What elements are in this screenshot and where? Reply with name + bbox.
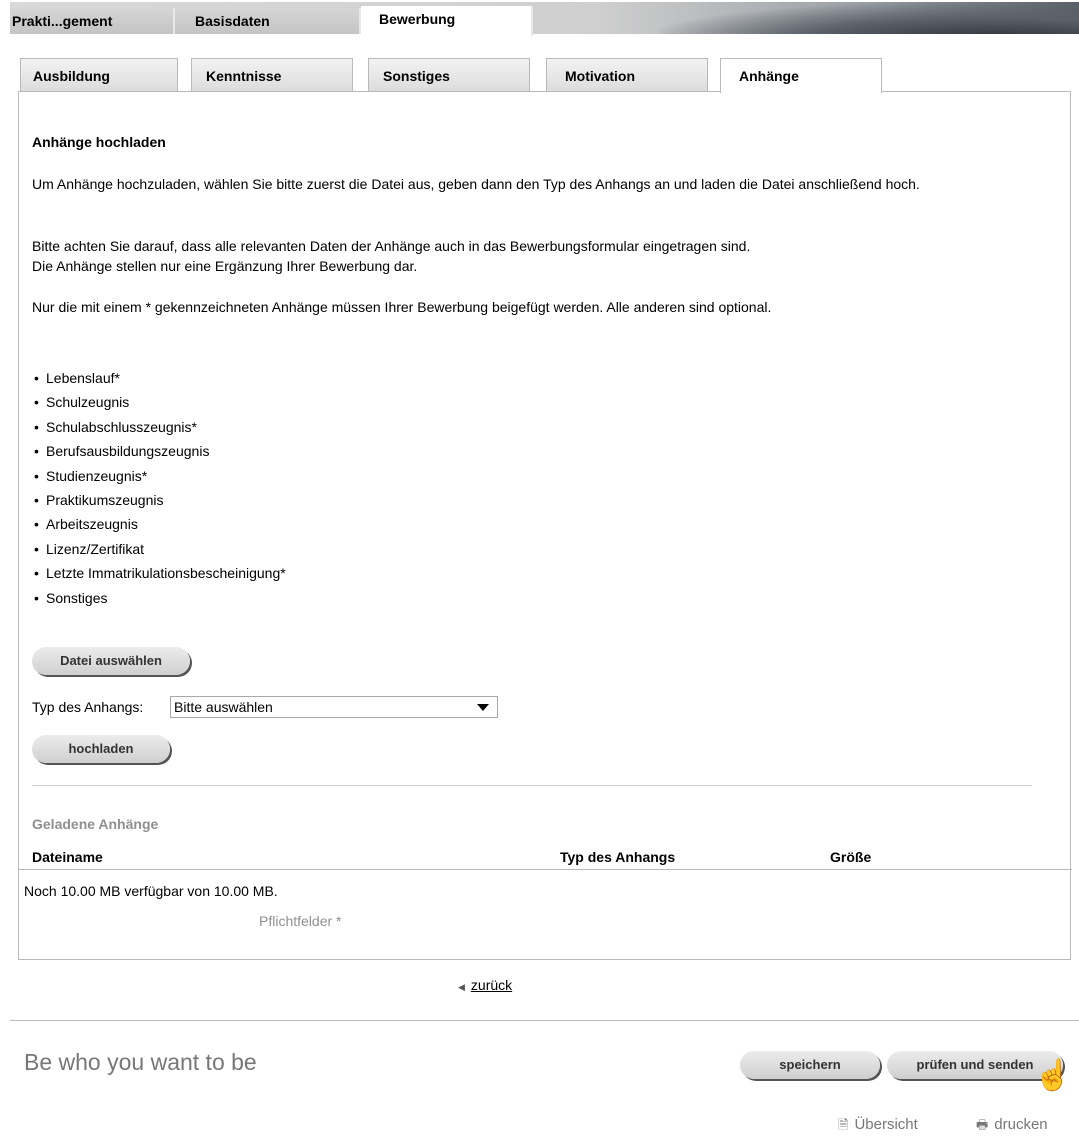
required-fields-note: Pflichtfelder * (259, 913, 342, 929)
header-decoration (659, 2, 1079, 34)
tab-ausbildung[interactable]: Ausbildung (20, 58, 178, 92)
column-header-type: Typ des Anhangs (560, 849, 676, 865)
sub-tab-bar: Ausbildung Kenntnisse Sonstiges Motivati… (18, 58, 1071, 93)
attachments-panel: Anhänge hochladen Um Anhänge hochzuladen… (18, 92, 1072, 960)
column-header-filename: Dateiname (32, 849, 103, 865)
loaded-attachments-heading: Geladene Anhänge (32, 816, 159, 832)
choose-file-button[interactable]: Datei auswählen (32, 647, 190, 675)
hand-cursor-icon: ☝ (1034, 1059, 1072, 1092)
required-hint: Nur die mit einem * gekennzeichneten Anh… (32, 299, 772, 315)
print-label: drucken (994, 1116, 1048, 1133)
attachment-type-list: Lebenslauf* Schulzeugnis Schulabschlussz… (32, 366, 286, 610)
overview-label: Übersicht (854, 1116, 918, 1133)
back-link-container: ◀ zurück (458, 977, 512, 993)
list-item: Berufsausbildungszeugnis (32, 439, 286, 463)
attachment-type-value: Bitte auswählen (174, 699, 273, 715)
tab-anhaenge[interactable]: Anhänge (720, 58, 882, 93)
upload-note-line2: Die Anhänge stellen nur eine Ergänzung I… (32, 258, 418, 274)
chevron-down-icon (477, 704, 489, 711)
overview-link[interactable]: 🗎 Übersicht (838, 1116, 918, 1138)
list-item: Lebenslauf* (32, 366, 286, 390)
tab-motivation[interactable]: Motivation (546, 58, 708, 92)
print-link[interactable]: 🖶 drucken (976, 1116, 1048, 1138)
triangle-left-icon: ◀ (458, 982, 465, 992)
list-item: Letzte Immatrikulationsbescheinigung* (32, 561, 286, 585)
attachment-type-select[interactable]: Bitte auswählen (170, 696, 498, 718)
back-link[interactable]: zurück (471, 977, 512, 993)
top-tab-bar: Prakti...gement Basisdaten Bewerbung (10, 2, 1079, 36)
list-item: Praktikumszeugnis (32, 488, 286, 512)
tab-sonstiges[interactable]: Sonstiges (368, 58, 530, 92)
storage-available-text: Noch 10.00 MB verfügbar von 10.00 MB. (24, 883, 278, 899)
footer-slogan: Be who you want to be (24, 1049, 257, 1075)
list-item: Arbeitszeugnis (32, 512, 286, 536)
attachment-type-label: Typ des Anhangs: (32, 699, 144, 715)
top-tab-bewerbung[interactable]: Bewerbung (361, 6, 533, 36)
upload-button[interactable]: hochladen (32, 735, 170, 763)
top-tab-basisdaten[interactable]: Basisdaten (175, 8, 361, 34)
application-window: Prakti...gement Basisdaten Bewerbung Aus… (10, 2, 1079, 1144)
top-tab-praktikum[interactable]: Prakti...gement (10, 8, 175, 34)
printer-icon: 🖶 (976, 1117, 989, 1132)
list-item: Schulabschlusszeugnis* (32, 415, 286, 439)
upload-heading: Anhänge hochladen (32, 134, 166, 150)
upload-instructions: Um Anhänge hochzuladen, wählen Sie bitte… (32, 176, 920, 192)
save-button[interactable]: speichern (740, 1051, 880, 1079)
upload-note-line1: Bitte achten Sie darauf, dass alle relev… (32, 238, 751, 254)
footer-divider (10, 1020, 1079, 1021)
section-divider (32, 785, 1032, 786)
tab-kenntnisse[interactable]: Kenntnisse (191, 58, 353, 92)
table-header-divider (19, 869, 1072, 870)
column-header-size: Größe (830, 849, 872, 865)
document-icon: 🗎 (838, 1117, 849, 1132)
list-item: Lizenz/Zertifikat (32, 537, 286, 561)
list-item: Studienzeugnis* (32, 464, 286, 488)
list-item: Sonstiges (32, 586, 286, 610)
list-item: Schulzeugnis (32, 390, 286, 414)
